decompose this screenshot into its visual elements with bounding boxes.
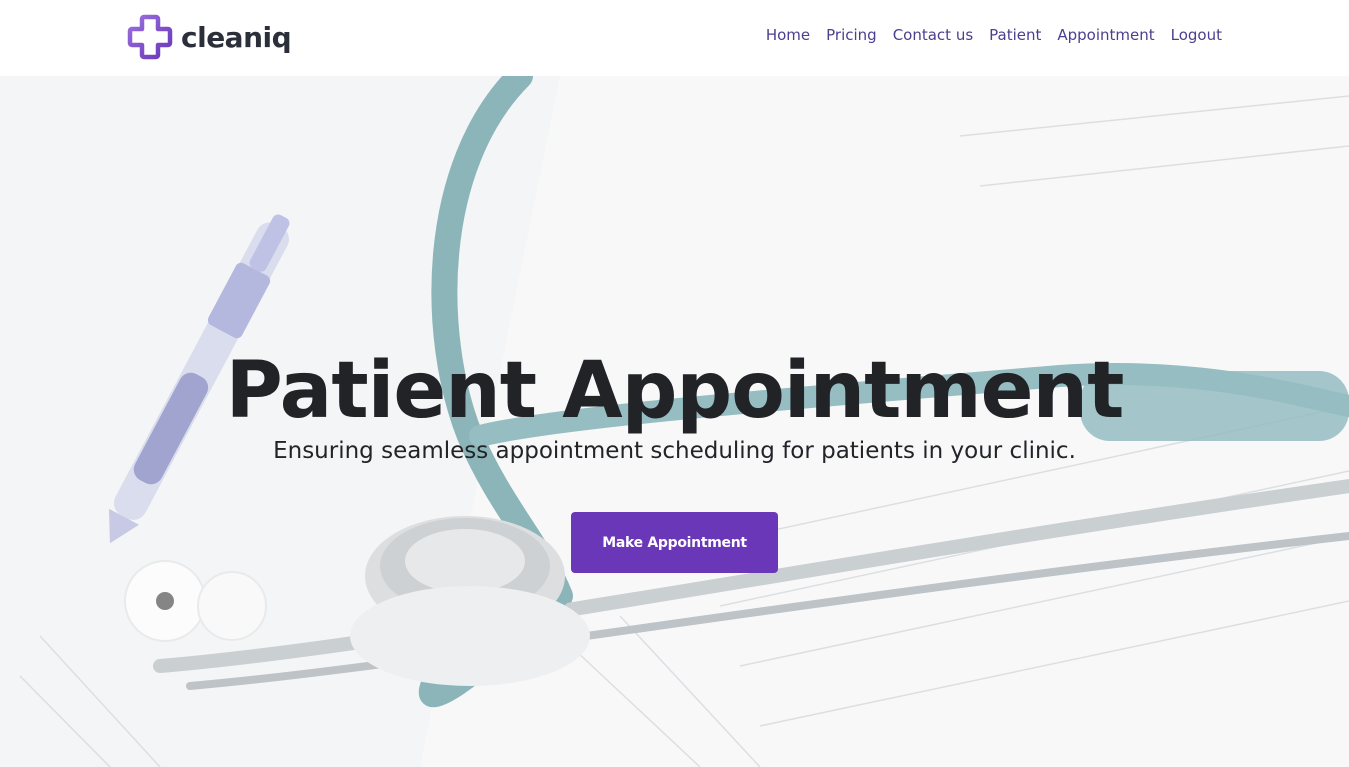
- nav-patient[interactable]: Patient: [989, 26, 1041, 44]
- nav-appointment[interactable]: Appointment: [1057, 26, 1154, 44]
- navbar: cleaniq Home Pricing Contact us Patient …: [0, 0, 1349, 76]
- hero-content: Patient Appointment Ensuring seamless ap…: [0, 346, 1349, 573]
- hero-subtitle: Ensuring seamless appointment scheduling…: [273, 438, 1076, 464]
- nav-home[interactable]: Home: [766, 26, 810, 44]
- brand-name: cleaniq: [181, 20, 292, 54]
- brand-logo-link[interactable]: cleaniq: [127, 14, 292, 60]
- nav-contact-us[interactable]: Contact us: [893, 26, 973, 44]
- nav-logout[interactable]: Logout: [1171, 26, 1222, 44]
- make-appointment-button[interactable]: Make Appointment: [571, 512, 778, 573]
- medical-cross-icon: [127, 14, 173, 60]
- nav-pricing[interactable]: Pricing: [826, 26, 877, 44]
- hero-section: Patient Appointment Ensuring seamless ap…: [0, 76, 1349, 767]
- main-nav: Home Pricing Contact us Patient Appointm…: [766, 26, 1222, 44]
- hero-title: Patient Appointment: [225, 346, 1125, 436]
